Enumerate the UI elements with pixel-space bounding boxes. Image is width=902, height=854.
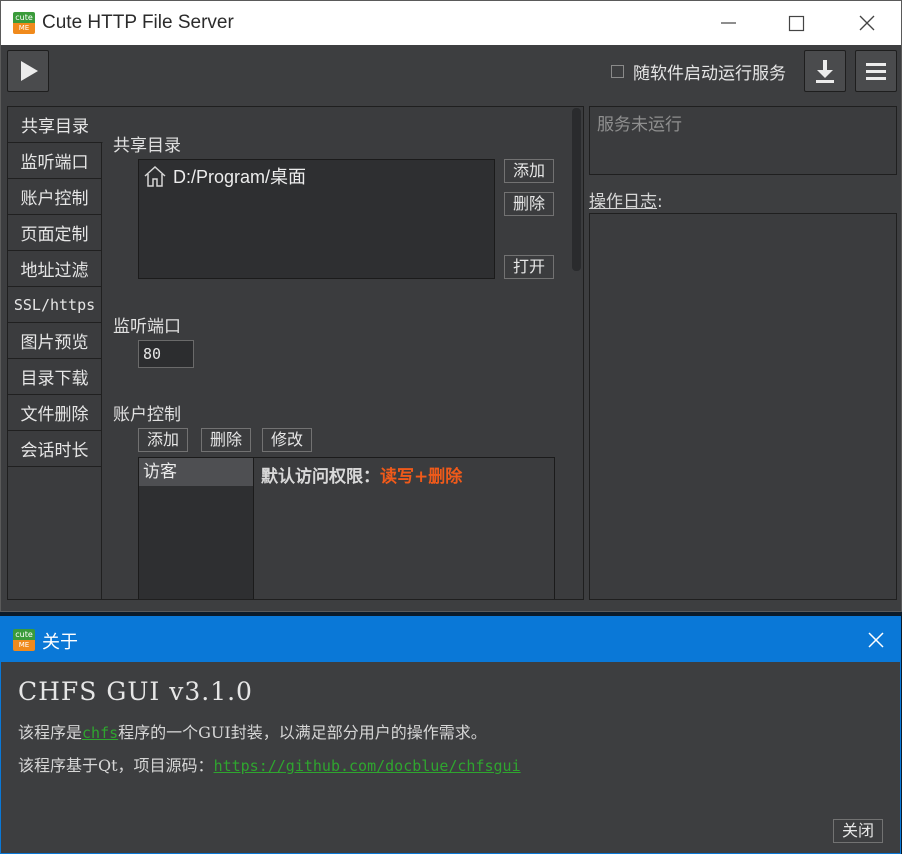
hamburger-menu-icon — [866, 63, 886, 80]
scrollbar-handle[interactable] — [572, 108, 581, 271]
operation-log-label: 操作日志: — [589, 192, 663, 212]
download-button[interactable] — [804, 50, 846, 92]
permission-label: 默认访问权限： — [261, 467, 380, 487]
account-item-guest[interactable]: 访客 — [139, 458, 253, 486]
settings-nav: 共享目录 监听端口 账户控制 页面定制 地址过滤 SSL/https 图片预览 … — [8, 107, 103, 599]
menu-button[interactable] — [855, 50, 897, 92]
modify-account-button[interactable]: 修改 — [262, 428, 312, 452]
about-source: 该程序基于Qt，项目源码：https://github.com/docblue/… — [18, 756, 521, 775]
close-icon — [868, 632, 884, 648]
maximize-icon — [788, 15, 805, 32]
about-close-button[interactable]: 关闭 — [833, 819, 883, 843]
nav-item-file-delete[interactable]: 文件删除 — [8, 395, 101, 431]
autostart-checkbox[interactable]: 随软件启动运行服务 — [611, 60, 786, 84]
nav-item-image-preview[interactable]: 图片预览 — [8, 323, 101, 359]
minimize-button[interactable] — [705, 1, 751, 45]
minimize-icon — [721, 22, 736, 24]
add-account-button[interactable]: 添加 — [138, 428, 188, 452]
shared-dir-item[interactable]: D:/Program/桌面 — [143, 163, 306, 189]
about-title-bar: cute ME 关于 — [1, 617, 900, 662]
config-panel: 共享目录 监听端口 账户控制 页面定制 地址过滤 SSL/https 图片预览 … — [7, 106, 584, 600]
about-close-x-button[interactable] — [853, 617, 899, 662]
account-permission-panel: 默认访问权限：读写+删除 — [254, 457, 555, 599]
download-icon — [816, 60, 834, 83]
nav-item-address-filter[interactable]: 地址过滤 — [8, 251, 101, 287]
account-control-title: 账户控制 — [113, 405, 181, 425]
shared-dir-path: D:/Program/桌面 — [173, 167, 307, 187]
shared-dir-title: 共享目录 — [113, 136, 181, 156]
chfs-link[interactable]: chfs — [82, 724, 118, 742]
about-description: 该程序是chfs程序的一个GUI封装，以满足部分用户的操作需求。 — [18, 723, 487, 742]
account-list[interactable]: 访客 — [138, 457, 254, 599]
port-input[interactable]: 80 — [138, 340, 194, 368]
window-title: Cute HTTP File Server — [42, 12, 234, 33]
start-service-button[interactable] — [7, 50, 49, 92]
about-heading: CHFS GUI v3.1.0 — [18, 677, 253, 706]
listen-port-title: 监听端口 — [113, 317, 181, 337]
github-link[interactable]: https://github.com/docblue/chfsgui — [214, 757, 521, 775]
service-status-box: 服务未运行 — [589, 106, 897, 175]
nav-item-listen-port[interactable]: 监听端口 — [8, 143, 101, 179]
nav-item-account-control[interactable]: 账户控制 — [8, 179, 101, 215]
about-dialog: cute ME 关于 CHFS GUI v3.1.0 该程序是chfs程序的一个… — [0, 616, 901, 854]
toolbar: 随软件启动运行服务 — [1, 45, 901, 97]
open-dir-button[interactable]: 打开 — [504, 255, 554, 279]
nav-item-page-custom[interactable]: 页面定制 — [8, 215, 101, 251]
nav-item-shared-dir[interactable]: 共享目录 — [8, 107, 103, 143]
close-icon — [859, 15, 875, 31]
shared-dir-list[interactable]: D:/Program/桌面 — [138, 159, 495, 279]
operation-log-box[interactable] — [589, 213, 897, 600]
autostart-label: 随软件启动运行服务 — [633, 63, 786, 84]
maximize-button[interactable] — [773, 1, 819, 45]
nav-item-dir-download[interactable]: 目录下载 — [8, 359, 101, 395]
checkbox-box[interactable] — [611, 64, 624, 78]
add-dir-button[interactable]: 添加 — [504, 159, 554, 183]
service-status-text: 服务未运行 — [597, 115, 682, 135]
nav-item-ssl-https[interactable]: SSL/https — [8, 287, 101, 323]
home-icon — [144, 165, 166, 187]
permission-value: 读写+删除 — [380, 467, 463, 487]
delete-account-button[interactable]: 删除 — [201, 428, 251, 452]
main-window: cute ME Cute HTTP File Server 随软件启动运行服务 — [0, 0, 902, 612]
title-bar: cute ME Cute HTTP File Server — [1, 1, 901, 45]
about-title: 关于 — [42, 632, 78, 653]
delete-dir-button[interactable]: 删除 — [504, 192, 554, 216]
close-button[interactable] — [844, 1, 890, 45]
play-icon — [21, 61, 38, 81]
app-logo-icon: cute ME — [13, 12, 35, 34]
app-logo-icon: cute ME — [13, 629, 35, 651]
nav-item-session-duration[interactable]: 会话时长 — [8, 431, 101, 467]
